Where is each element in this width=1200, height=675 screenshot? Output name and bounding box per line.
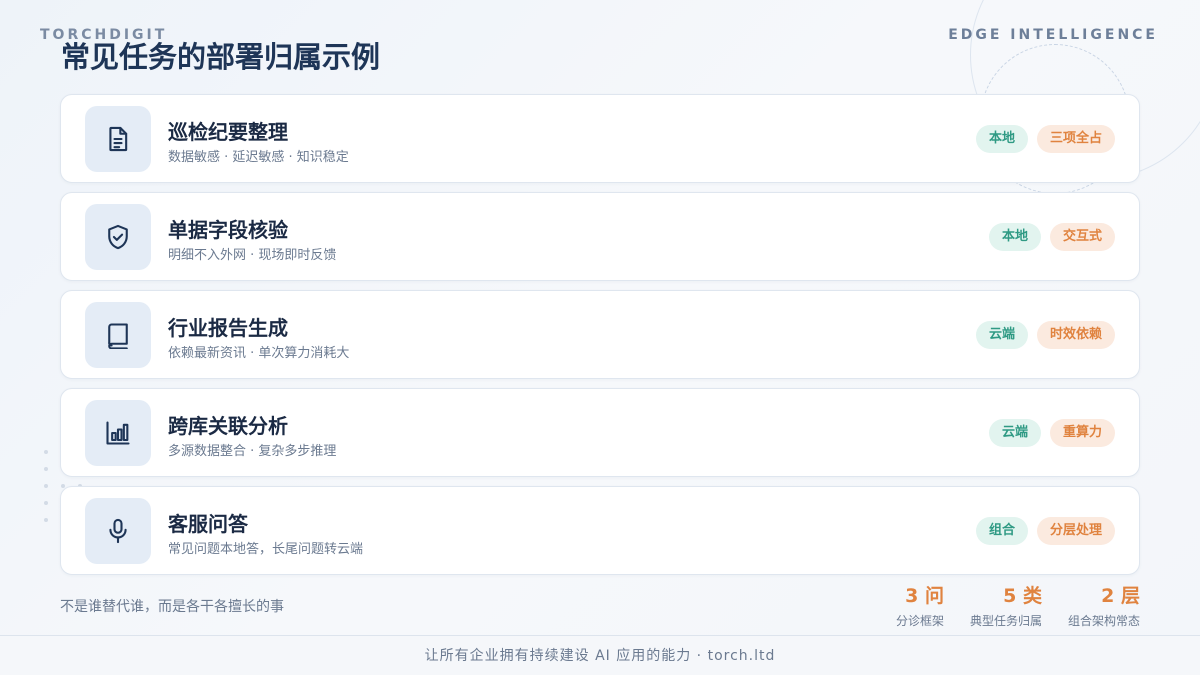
task-title: 客服问答 (168, 512, 248, 536)
task-subtitle: 依赖最新资讯 · 单次算力消耗大 (168, 346, 350, 361)
task-card: 巡检纪要整理 数据敏感 · 延迟敏感 · 知识稳定 本地 三项全占 (60, 94, 1140, 183)
task-title: 跨库关联分析 (168, 414, 288, 438)
stat-label: 典型任务归属 (969, 614, 1042, 628)
task-tags: 云端 重算力 (988, 419, 1115, 447)
bar-chart-icon (85, 400, 151, 466)
stat-label: 组合架构常态 (1067, 614, 1140, 628)
task-tags: 云端 时效依赖 (975, 321, 1115, 349)
reason-badge: 交互式 (1049, 223, 1115, 251)
stat-number: 3 问 (905, 585, 944, 607)
book-icon (85, 302, 151, 368)
task-tags: 本地 交互式 (988, 223, 1115, 251)
shield-check-icon (85, 204, 151, 270)
microphone-icon (85, 498, 151, 564)
reason-badge: 重算力 (1049, 419, 1115, 447)
task-subtitle: 明细不入外网 · 现场即时反馈 (168, 248, 337, 263)
task-tags: 组合 分层处理 (975, 517, 1115, 545)
task-title: 行业报告生成 (168, 316, 288, 340)
stat-label: 分诊框架 (895, 614, 944, 628)
deploy-location-badge: 本地 (988, 223, 1041, 251)
page-title: 常见任务的部署归属示例 (61, 40, 381, 74)
document-icon (85, 106, 151, 172)
task-card: 跨库关联分析 多源数据整合 · 复杂多步推理 云端 重算力 (60, 388, 1140, 477)
task-title: 单据字段核验 (168, 218, 288, 242)
reason-badge: 分层处理 (1036, 517, 1115, 545)
task-title: 巡检纪要整理 (168, 120, 288, 144)
deploy-location-badge: 本地 (975, 125, 1028, 153)
task-card: 行业报告生成 依赖最新资讯 · 单次算力消耗大 云端 时效依赖 (60, 290, 1140, 379)
task-subtitle: 常见问题本地答，长尾问题转云端 (168, 542, 364, 557)
deploy-location-badge: 云端 (988, 419, 1041, 447)
reason-badge: 三项全占 (1036, 125, 1115, 153)
summary-note: 不是谁替代谁，而是各干各擅长的事 (60, 599, 284, 615)
footer-bar: 让所有企业拥有持续建设 AI 应用的能力 · torch.ltd (0, 635, 1200, 675)
brand-tagline: EDGE INTELLIGENCE (948, 27, 1158, 43)
deploy-location-badge: 组合 (975, 517, 1028, 545)
stat-item: 2 层 组合架构常态 (1068, 584, 1140, 629)
task-card-list: 巡检纪要整理 数据敏感 · 延迟敏感 · 知识稳定 本地 三项全占 单据字段核验… (60, 94, 1140, 584)
stat-number: 2 层 (1101, 585, 1140, 607)
stat-number: 5 类 (1003, 585, 1042, 607)
task-subtitle: 多源数据整合 · 复杂多步推理 (168, 444, 337, 459)
task-card: 客服问答 常见问题本地答，长尾问题转云端 组合 分层处理 (60, 486, 1140, 575)
stats-row: 3 问 分诊框架 5 类 典型任务归属 2 层 组合架构常态 (896, 584, 1140, 629)
stat-item: 3 问 分诊框架 (896, 584, 944, 629)
task-card: 单据字段核验 明细不入外网 · 现场即时反馈 本地 交互式 (60, 192, 1140, 281)
task-subtitle: 数据敏感 · 延迟敏感 · 知识稳定 (168, 150, 349, 165)
stat-item: 5 类 典型任务归属 (970, 584, 1042, 629)
deploy-location-badge: 云端 (975, 321, 1028, 349)
task-tags: 本地 三项全占 (975, 125, 1115, 153)
reason-badge: 时效依赖 (1036, 321, 1115, 349)
